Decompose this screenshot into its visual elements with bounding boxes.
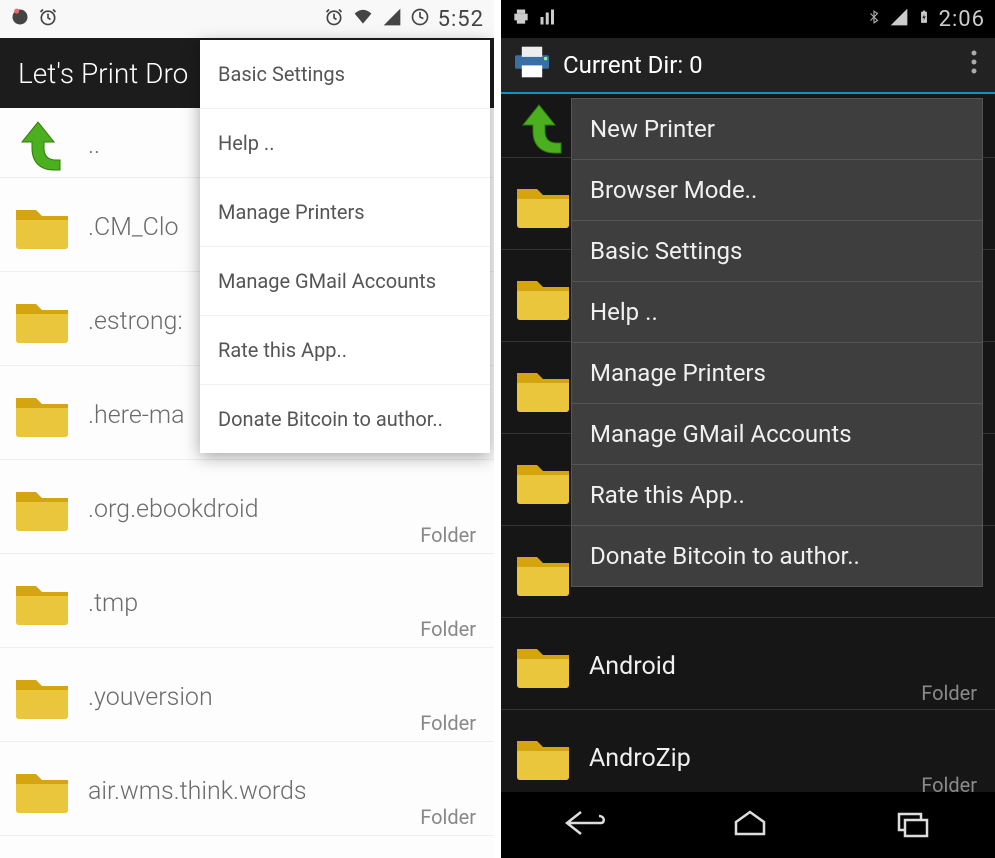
- folder-icon: [14, 298, 70, 346]
- folder-icon: [14, 486, 70, 534]
- folder-icon: [515, 275, 571, 323]
- folder-name: air.wms.think.words: [88, 777, 307, 806]
- folder-name: AndroZip: [589, 744, 691, 773]
- menu-item[interactable]: Manage GMail Accounts: [200, 247, 490, 316]
- up-label: ..: [88, 131, 100, 160]
- menu-item[interactable]: Donate Bitcoin to author..: [572, 526, 982, 586]
- home-button[interactable]: [730, 808, 770, 842]
- action-bar: Current Dir: 0: [501, 38, 995, 94]
- folder-name: Android: [589, 652, 676, 681]
- menu-item[interactable]: Help ..: [200, 109, 490, 178]
- menu-item[interactable]: Browser Mode..: [572, 160, 982, 221]
- folder-row[interactable]: .youversion Folder: [0, 648, 494, 742]
- alarm-icon: [324, 7, 344, 32]
- folder-icon: [14, 580, 70, 628]
- folder-type-label: Folder: [420, 805, 476, 829]
- folder-row[interactable]: .tmp Folder: [0, 554, 494, 648]
- folder-row[interactable]: airdroidFolder: [0, 836, 494, 858]
- folder-icon: [515, 367, 571, 415]
- overflow-menu: Basic SettingsHelp ..Manage PrintersMana…: [200, 40, 490, 453]
- bluetooth-icon: [867, 7, 881, 32]
- folder-icon: [515, 551, 571, 599]
- folder-row[interactable]: Android Folder: [501, 618, 995, 710]
- menu-item[interactable]: Rate this App..: [572, 465, 982, 526]
- folder-icon: [14, 768, 70, 816]
- folder-type-label: Folder: [921, 681, 977, 705]
- up-arrow-icon: [14, 118, 70, 174]
- menu-item[interactable]: Basic Settings: [200, 40, 490, 109]
- menu-item[interactable]: Basic Settings: [572, 221, 982, 282]
- app-title: Current Dir: 0: [563, 51, 963, 79]
- overflow-menu: New PrinterBrowser Mode..Basic SettingsH…: [571, 98, 983, 587]
- menu-item[interactable]: Manage Printers: [200, 178, 490, 247]
- notification-icon: [10, 7, 30, 32]
- status-bar: 5:52: [0, 0, 494, 38]
- menu-item[interactable]: Manage GMail Accounts: [572, 404, 982, 465]
- menu-item[interactable]: New Printer: [572, 99, 982, 160]
- nav-bar: [501, 792, 995, 858]
- folder-row[interactable]: air.wms.think.words Folder: [0, 742, 494, 836]
- menu-item[interactable]: Manage Printers: [572, 343, 982, 404]
- folder-icon: [14, 204, 70, 252]
- folder-name: .CM_Clo: [88, 213, 179, 242]
- folder-row[interactable]: .org.ebookdroid Folder: [0, 460, 494, 554]
- folder-name: .youversion: [88, 683, 213, 712]
- status-bar: 2:06: [501, 0, 995, 38]
- phone-screenshot-right: 2:06 Current Dir: 0 Android Folder AndroZi…: [501, 0, 995, 858]
- phone-screenshot-left: 5:52 Let's Print Dro .. .CM_Clo Folder .es…: [0, 0, 494, 858]
- folder-type-label: Folder: [420, 523, 476, 547]
- printer-icon: [511, 45, 553, 85]
- recents-button[interactable]: [893, 808, 933, 842]
- folder-type-label: Folder: [420, 617, 476, 641]
- app-title: Let's Print Dro: [18, 57, 188, 90]
- up-arrow-icon: [515, 101, 571, 157]
- folder-icon: [515, 643, 571, 691]
- menu-item[interactable]: Rate this App..: [200, 316, 490, 385]
- overflow-button[interactable]: [963, 50, 985, 81]
- wifi-icon: [352, 7, 374, 32]
- menu-item[interactable]: Donate Bitcoin to author..: [200, 385, 490, 453]
- menu-item[interactable]: Help ..: [572, 282, 982, 343]
- folder-name: .here-ma: [88, 401, 185, 430]
- folder-name: .org.ebookdroid: [88, 495, 258, 524]
- folder-name: .estrong:: [88, 307, 183, 336]
- folder-icon: [515, 183, 571, 231]
- signal-icon: [889, 7, 909, 32]
- bars-icon: [539, 7, 557, 31]
- back-button[interactable]: [563, 808, 607, 842]
- status-time: 2:06: [939, 7, 985, 32]
- folder-icon: [14, 674, 70, 722]
- status-time: 5:52: [438, 7, 484, 32]
- folder-icon: [14, 392, 70, 440]
- folder-name: .tmp: [88, 589, 138, 618]
- folder-icon: [515, 459, 571, 507]
- battery-icon: [917, 6, 931, 33]
- folder-icon: [515, 735, 571, 783]
- folder-type-label: Folder: [420, 711, 476, 735]
- folder-row[interactable]: AndroZipFolder: [501, 710, 995, 802]
- print-icon: [511, 7, 531, 32]
- signal-icon: [382, 7, 402, 32]
- circle-icon: [410, 7, 430, 32]
- alarm-icon: [38, 7, 58, 32]
